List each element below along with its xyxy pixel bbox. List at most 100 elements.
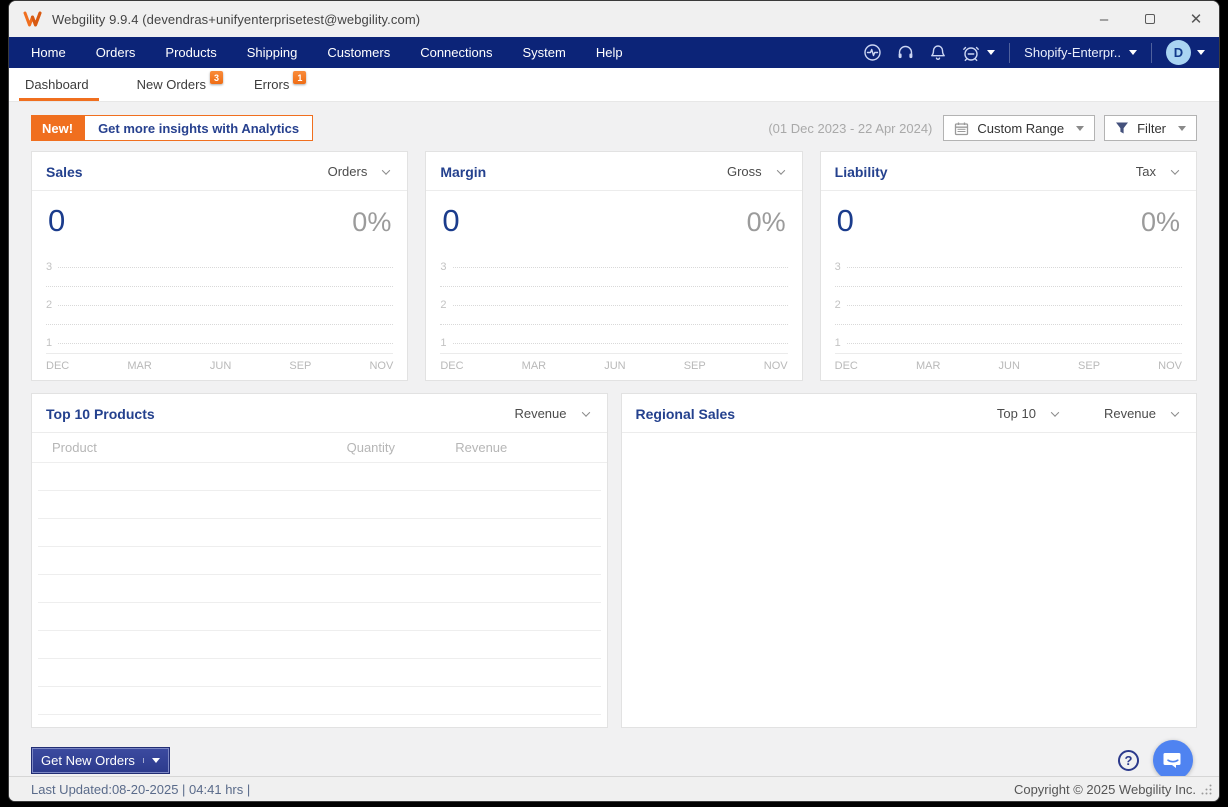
app-window: Webgility 9.9.4 (devendras+unifyenterpri… <box>8 0 1220 802</box>
help-button[interactable]: ? <box>1118 750 1139 771</box>
chat-icon <box>1163 750 1183 770</box>
x-tick: JUN <box>999 360 1020 372</box>
title-bar: Webgility 9.9.4 (devendras+unifyenterpri… <box>9 1 1219 37</box>
promo-toolbar-row: New! Get more insights with Analytics (0… <box>31 115 1197 141</box>
alarm-icon[interactable] <box>961 43 995 63</box>
tab-errors[interactable]: Errors 1 <box>252 68 291 101</box>
chevron-down-icon <box>382 166 390 174</box>
table-row <box>38 631 601 659</box>
alarm-dropdown-caret-icon[interactable] <box>987 50 995 55</box>
window-title: Webgility 9.9.4 (devendras+unifyenterpri… <box>52 12 420 27</box>
new-badge: New! <box>31 115 84 141</box>
bottom-cards-row: Top 10 Products Revenue Product Quantity… <box>31 393 1197 728</box>
x-tick: SEP <box>684 360 706 372</box>
filter-label: Filter <box>1137 121 1166 136</box>
regional-metric-dropdown[interactable]: Revenue <box>1100 404 1182 423</box>
column-revenue: Revenue <box>455 440 586 455</box>
custom-range-button[interactable]: Custom Range <box>943 115 1095 141</box>
y-tick: 1 <box>46 336 58 350</box>
margin-chart: 3 2 1 DEC MAR JUN SEP NOV <box>426 241 801 380</box>
liability-metric-dropdown[interactable]: Tax <box>1132 162 1182 181</box>
analytics-button[interactable]: Get more insights with Analytics <box>84 115 313 141</box>
filter-icon <box>1115 121 1129 135</box>
x-tick: MAR <box>522 360 546 372</box>
y-tick: 1 <box>440 336 452 350</box>
maximize-button[interactable] <box>1127 1 1173 37</box>
column-quantity: Quantity <box>286 440 455 455</box>
x-tick: MAR <box>916 360 940 372</box>
bell-icon[interactable] <box>929 43 947 62</box>
table-row <box>38 575 601 603</box>
top-products-card: Top 10 Products Revenue Product Quantity… <box>31 393 608 728</box>
custom-range-caret-icon <box>1076 126 1084 131</box>
custom-range-label: Custom Range <box>977 121 1064 136</box>
webgility-logo-icon <box>23 11 43 27</box>
liability-metric-value: Tax <box>1136 164 1156 179</box>
top-products-table-header: Product Quantity Revenue <box>32 433 607 463</box>
x-tick: NOV <box>1158 360 1182 372</box>
get-new-orders-label: Get New Orders <box>41 753 135 768</box>
liability-card-title: Liability <box>835 164 888 180</box>
filter-button[interactable]: Filter <box>1104 115 1197 141</box>
regional-sales-body <box>622 433 1197 727</box>
margin-metric-value: Gross <box>727 164 762 179</box>
tab-label: Errors <box>254 77 289 92</box>
tab-new-orders[interactable]: New Orders 3 <box>135 68 208 101</box>
store-selector[interactable]: Shopify-Enterpr.. <box>1024 45 1137 60</box>
regional-sales-title: Regional Sales <box>636 406 736 422</box>
top-products-metric-dropdown[interactable]: Revenue <box>510 404 592 423</box>
x-tick: NOV <box>764 360 788 372</box>
sales-metric-dropdown[interactable]: Orders <box>324 162 394 181</box>
margin-card-title: Margin <box>440 164 486 180</box>
regional-topn-value: Top 10 <box>997 406 1036 421</box>
table-row <box>38 491 601 519</box>
margin-value: 0 <box>442 203 459 239</box>
x-tick: JUN <box>210 360 231 372</box>
nav-item-connections[interactable]: Connections <box>405 45 507 60</box>
tab-dashboard[interactable]: Dashboard <box>23 68 91 101</box>
copyright-label: Copyright © 2025 Webgility Inc. <box>1014 782 1196 797</box>
window-controls: – ✕ <box>1081 1 1219 37</box>
nav-item-products[interactable]: Products <box>150 45 231 60</box>
x-tick: DEC <box>835 360 858 372</box>
get-new-orders-button[interactable]: Get New Orders <box>31 747 170 774</box>
tab-label: New Orders <box>137 77 206 92</box>
chat-widget-button[interactable] <box>1153 740 1193 776</box>
sales-chart: 3 2 1 DEC MAR JUN SEP NOV <box>32 241 407 380</box>
liability-percent: 0% <box>1141 207 1180 238</box>
regional-sales-card: Regional Sales Top 10 Revenue <box>621 393 1198 728</box>
sales-value: 0 <box>48 203 65 239</box>
chevron-down-icon <box>1051 408 1059 416</box>
margin-card: Margin Gross 0 0% 3 2 1 <box>425 151 802 381</box>
nav-item-shipping[interactable]: Shipping <box>232 45 313 60</box>
nav-item-system[interactable]: System <box>507 45 580 60</box>
top-products-table-body <box>32 463 607 727</box>
store-caret-icon <box>1129 50 1137 55</box>
errors-count-badge: 1 <box>293 71 306 84</box>
headset-icon[interactable] <box>896 43 915 62</box>
table-row <box>38 519 601 547</box>
nav-item-home[interactable]: Home <box>31 45 81 60</box>
regional-topn-dropdown[interactable]: Top 10 <box>993 404 1062 423</box>
activity-icon[interactable] <box>863 43 882 62</box>
nav-item-customers[interactable]: Customers <box>312 45 405 60</box>
margin-percent: 0% <box>747 207 786 238</box>
minimize-button[interactable]: – <box>1081 1 1127 37</box>
last-updated-label: Last Updated:08-20-2025 | 04:41 hrs | <box>31 782 250 797</box>
table-row <box>38 687 601 715</box>
nav-item-orders[interactable]: Orders <box>81 45 151 60</box>
resize-grip[interactable] <box>1200 783 1213 796</box>
tab-label: Dashboard <box>25 77 89 92</box>
x-tick: DEC <box>440 360 463 372</box>
chevron-down-icon <box>581 408 589 416</box>
nav-item-help[interactable]: Help <box>581 45 638 60</box>
store-selector-label: Shopify-Enterpr.. <box>1024 45 1121 60</box>
calendar-icon <box>954 121 969 136</box>
close-button[interactable]: ✕ <box>1173 1 1219 37</box>
tab-bar: Dashboard New Orders 3 Errors 1 <box>9 68 1219 102</box>
margin-metric-dropdown[interactable]: Gross <box>723 162 788 181</box>
user-menu[interactable]: D <box>1166 40 1205 65</box>
top-products-metric-value: Revenue <box>514 406 566 421</box>
table-row <box>38 659 601 687</box>
get-new-orders-dropdown[interactable] <box>143 758 160 763</box>
